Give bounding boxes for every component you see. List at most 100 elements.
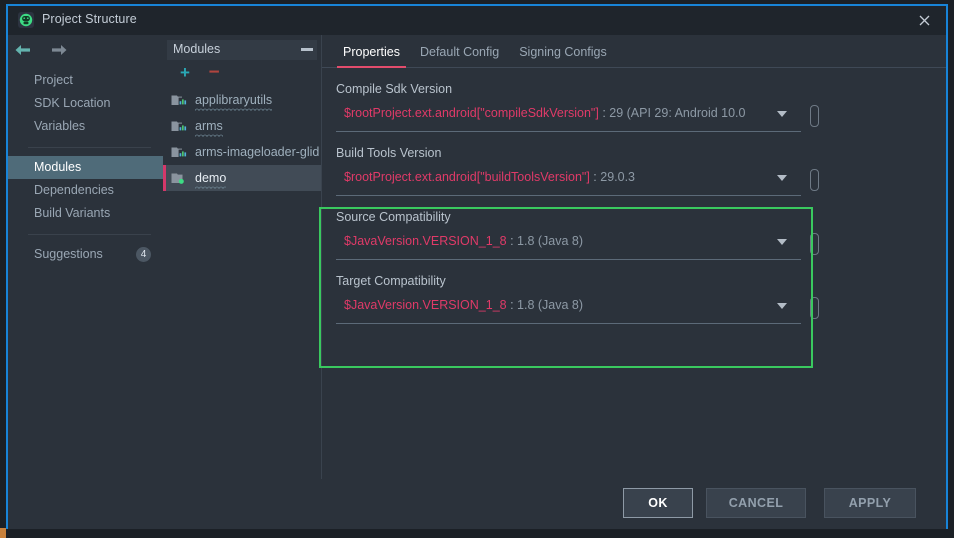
field-source-compatibility: Source Compatibility $JavaVersion.VERSIO… [336, 210, 946, 260]
list-item[interactable]: arms [163, 113, 321, 139]
sidebar-item-project[interactable]: Project [8, 69, 163, 92]
variable-button-icon[interactable] [810, 233, 819, 255]
list-item-label: arms [195, 119, 223, 137]
list-item[interactable]: demo [163, 165, 321, 191]
list-item-label: arms-imageloader-glid [195, 145, 320, 159]
app-module-icon [171, 171, 188, 185]
tab-default-config[interactable]: Default Config [410, 45, 509, 67]
tab-bar: Properties Default Config Signing Config… [322, 35, 946, 68]
minimize-icon[interactable] [301, 48, 313, 51]
resolved-value: 1.8 (Java 8) [517, 298, 584, 312]
dialog-footer: OK CANCEL APPLY [8, 479, 946, 529]
sidebar-item-label: Suggestions [34, 247, 103, 261]
status-badge: 4 [136, 247, 151, 262]
combo-box[interactable]: $JavaVersion.VERSION_1_8 : 1.8 (Java 8) [336, 297, 819, 324]
list-item-label: demo [195, 171, 227, 189]
input-underline [336, 259, 801, 260]
dialog-body: Project SDK Location Variables Modules D… [8, 35, 946, 529]
field-compile-sdk-version: Compile Sdk Version $rootProject.ext.and… [336, 82, 946, 132]
resolved-value: 1.8 (Java 8) [517, 234, 584, 248]
input-underline [336, 195, 801, 196]
chevron-down-icon[interactable] [777, 175, 787, 181]
list-item[interactable]: applibraryutils [163, 87, 321, 113]
list-item-label: applibraryutils [195, 93, 273, 111]
variable-reference: $JavaVersion.VERSION_1_8 [344, 298, 507, 312]
modules-panel-title: Modules [173, 42, 221, 56]
sidebar-item-dependencies[interactable]: Dependencies [8, 179, 163, 202]
sidebar-item-sdk-location[interactable]: SDK Location [8, 92, 163, 115]
sidebar-item-label: Project [34, 73, 73, 87]
tab-label: Default Config [419, 45, 500, 59]
input-underline [336, 323, 801, 324]
library-module-icon [171, 119, 188, 133]
sidebar: Project SDK Location Variables Modules D… [8, 35, 163, 529]
variable-button-icon[interactable] [810, 105, 819, 127]
sidebar-item-label: SDK Location [34, 96, 111, 110]
tab-label: Signing Configs [519, 45, 607, 59]
sidebar-item-modules[interactable]: Modules [8, 156, 163, 179]
sidebar-item-variables[interactable]: Variables [8, 115, 163, 138]
remove-module-button[interactable]: − [206, 63, 222, 82]
properties-form: Compile Sdk Version $rootProject.ext.and… [322, 68, 946, 324]
variable-reference: $JavaVersion.VERSION_1_8 [344, 234, 507, 248]
add-module-button[interactable]: + [177, 64, 193, 81]
sidebar-item-label: Variables [34, 119, 86, 133]
selection-marker [163, 165, 166, 191]
combo-box[interactable]: $rootProject.ext.android["buildToolsVers… [336, 169, 819, 196]
tab-properties[interactable]: Properties [333, 45, 410, 68]
error-squiggle [195, 107, 273, 111]
field-value: $JavaVersion.VERSION_1_8 : 1.8 (Java 8) [344, 298, 584, 312]
modules-panel-header: Modules [167, 40, 317, 60]
error-squiggle [195, 185, 227, 189]
resolved-value: 29 (API 29: Android 10.0 [609, 106, 746, 120]
tab-signing-configs[interactable]: Signing Configs [509, 45, 617, 67]
navigation-arrows [12, 42, 70, 58]
field-label: Build Tools Version [336, 146, 442, 160]
sidebar-divider [28, 147, 151, 148]
cancel-button[interactable]: CANCEL [706, 488, 806, 518]
field-target-compatibility: Target Compatibility $JavaVersion.VERSIO… [336, 274, 946, 324]
project-structure-dialog: Project Structure Project SDK Location V… [6, 4, 948, 529]
sidebar-item-suggestions[interactable]: Suggestions 4 [8, 243, 163, 266]
arrow-left-icon[interactable] [12, 42, 34, 58]
combo-box[interactable]: $JavaVersion.VERSION_1_8 : 1.8 (Java 8) [336, 233, 819, 260]
combo-box[interactable]: $rootProject.ext.android["compileSdkVers… [336, 105, 819, 132]
variable-button-icon[interactable] [810, 297, 819, 319]
close-icon[interactable] [902, 6, 946, 35]
chevron-down-icon[interactable] [777, 303, 787, 309]
desktop-backdrop: Project Structure Project SDK Location V… [0, 0, 954, 538]
field-label: Compile Sdk Version [336, 82, 453, 96]
apply-button[interactable]: APPLY [824, 488, 916, 518]
tab-label: Properties [343, 45, 400, 59]
field-value: $rootProject.ext.android["compileSdkVers… [344, 106, 746, 120]
desktop-edge-sliver [0, 528, 6, 538]
variable-button-icon[interactable] [810, 169, 819, 191]
library-module-icon [171, 93, 188, 107]
resolved-value: 29.0.3 [600, 170, 636, 184]
page-title: Project Structure [42, 12, 137, 26]
field-value: $JavaVersion.VERSION_1_8 : 1.8 (Java 8) [344, 234, 584, 248]
field-label: Target Compatibility [336, 274, 446, 288]
list-item[interactable]: arms-imageloader-glid [163, 139, 321, 165]
chevron-down-icon[interactable] [777, 239, 787, 245]
sidebar-item-build-variants[interactable]: Build Variants [8, 202, 163, 225]
chevron-down-icon[interactable] [777, 111, 787, 117]
variable-reference: $rootProject.ext.android["buildToolsVers… [344, 170, 590, 184]
ok-button[interactable]: OK [623, 488, 693, 518]
sidebar-list: Project SDK Location Variables Modules D… [8, 69, 163, 266]
modules-panel: Modules + − applibraryutils arms arms-im… [163, 35, 322, 529]
sidebar-item-label: Build Variants [34, 206, 111, 220]
field-build-tools-version: Build Tools Version $rootProject.ext.and… [336, 146, 946, 196]
variable-reference: $rootProject.ext.android["compileSdkVers… [344, 106, 599, 120]
android-studio-icon [18, 12, 34, 28]
main-content: Properties Default Config Signing Config… [322, 35, 946, 529]
arrow-right-icon[interactable] [48, 42, 70, 58]
dialog-titlebar: Project Structure [8, 6, 946, 35]
sidebar-item-label: Dependencies [34, 183, 114, 197]
sidebar-divider [28, 234, 151, 235]
input-underline [336, 131, 801, 132]
field-label: Source Compatibility [336, 210, 451, 224]
field-value: $rootProject.ext.android["buildToolsVers… [344, 170, 636, 184]
modules-toolbar: + − [163, 60, 321, 85]
module-list: applibraryutils arms arms-imageloader-gl… [163, 87, 321, 191]
